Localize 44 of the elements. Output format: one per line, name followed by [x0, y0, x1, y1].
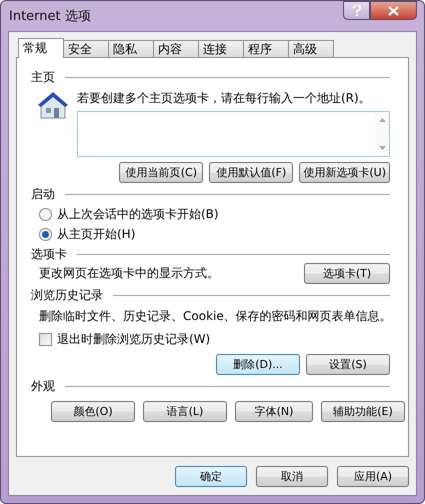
scroll-up-icon: [378, 118, 386, 122]
instruction-text: 若要创建多个主页选项卡，请在每行输入一个地址(R)。: [77, 90, 372, 107]
button[interactable]: 颜色(O): [51, 401, 135, 422]
option-label: 从主页开始(H): [57, 226, 136, 243]
button[interactable]: 使用默认值(F): [209, 162, 294, 183]
button[interactable]: 使用当前页(C): [119, 162, 204, 183]
button[interactable]: 字体(N): [235, 401, 313, 422]
section-heading: 浏览历史记录: [31, 287, 103, 304]
close-icon: [388, 6, 399, 16]
tab[interactable]: 安全: [63, 40, 109, 58]
house-icon: [37, 90, 69, 120]
radio-button[interactable]: [39, 208, 52, 221]
button[interactable]: 辅助功能(E): [321, 401, 405, 422]
tab[interactable]: 隐私: [108, 40, 154, 58]
section-heading: 主页: [31, 69, 55, 86]
button[interactable]: 语言(L): [143, 401, 227, 422]
button[interactable]: 确定: [175, 466, 247, 487]
tab[interactable]: 内容: [153, 40, 199, 58]
checkbox-label: 退出时删除浏览历史记录(W): [57, 331, 210, 348]
section-heading: 启动: [31, 186, 55, 203]
section-heading: 外观: [31, 378, 55, 395]
description-text: 更改网页在选项卡中的显示方式。: [39, 265, 219, 282]
section-heading: 选项卡: [31, 246, 67, 263]
checkbox[interactable]: [39, 333, 52, 346]
tab[interactable]: 程序: [243, 40, 289, 58]
scroll-down-icon: [378, 146, 386, 150]
tab[interactable]: 常规: [18, 38, 64, 58]
button[interactable]: 取消: [256, 466, 328, 487]
option-label: 从上次会话中的选项卡开始(B): [57, 206, 219, 223]
address-field[interactable]: [77, 111, 390, 157]
button[interactable]: 设置(S): [306, 354, 390, 375]
description-text: 删除临时文件、历史记录、Cookie、保存的密码和网页表单信息。: [39, 308, 392, 325]
button[interactable]: 使用新选项卡(U): [299, 162, 390, 183]
button[interactable]: 应用(A): [337, 466, 409, 487]
radio-button[interactable]: [39, 228, 52, 241]
help-icon: [352, 5, 360, 16]
close-button[interactable]: [370, 1, 417, 20]
button[interactable]: 删除(D)...: [216, 354, 300, 375]
button[interactable]: 选项卡(T): [304, 263, 390, 284]
tab[interactable]: 连接: [198, 40, 244, 58]
tab[interactable]: 高级: [288, 40, 334, 58]
help-button[interactable]: [343, 1, 370, 20]
window-title: Internet 选项: [9, 8, 91, 25]
scrollbar[interactable]: [375, 112, 389, 156]
